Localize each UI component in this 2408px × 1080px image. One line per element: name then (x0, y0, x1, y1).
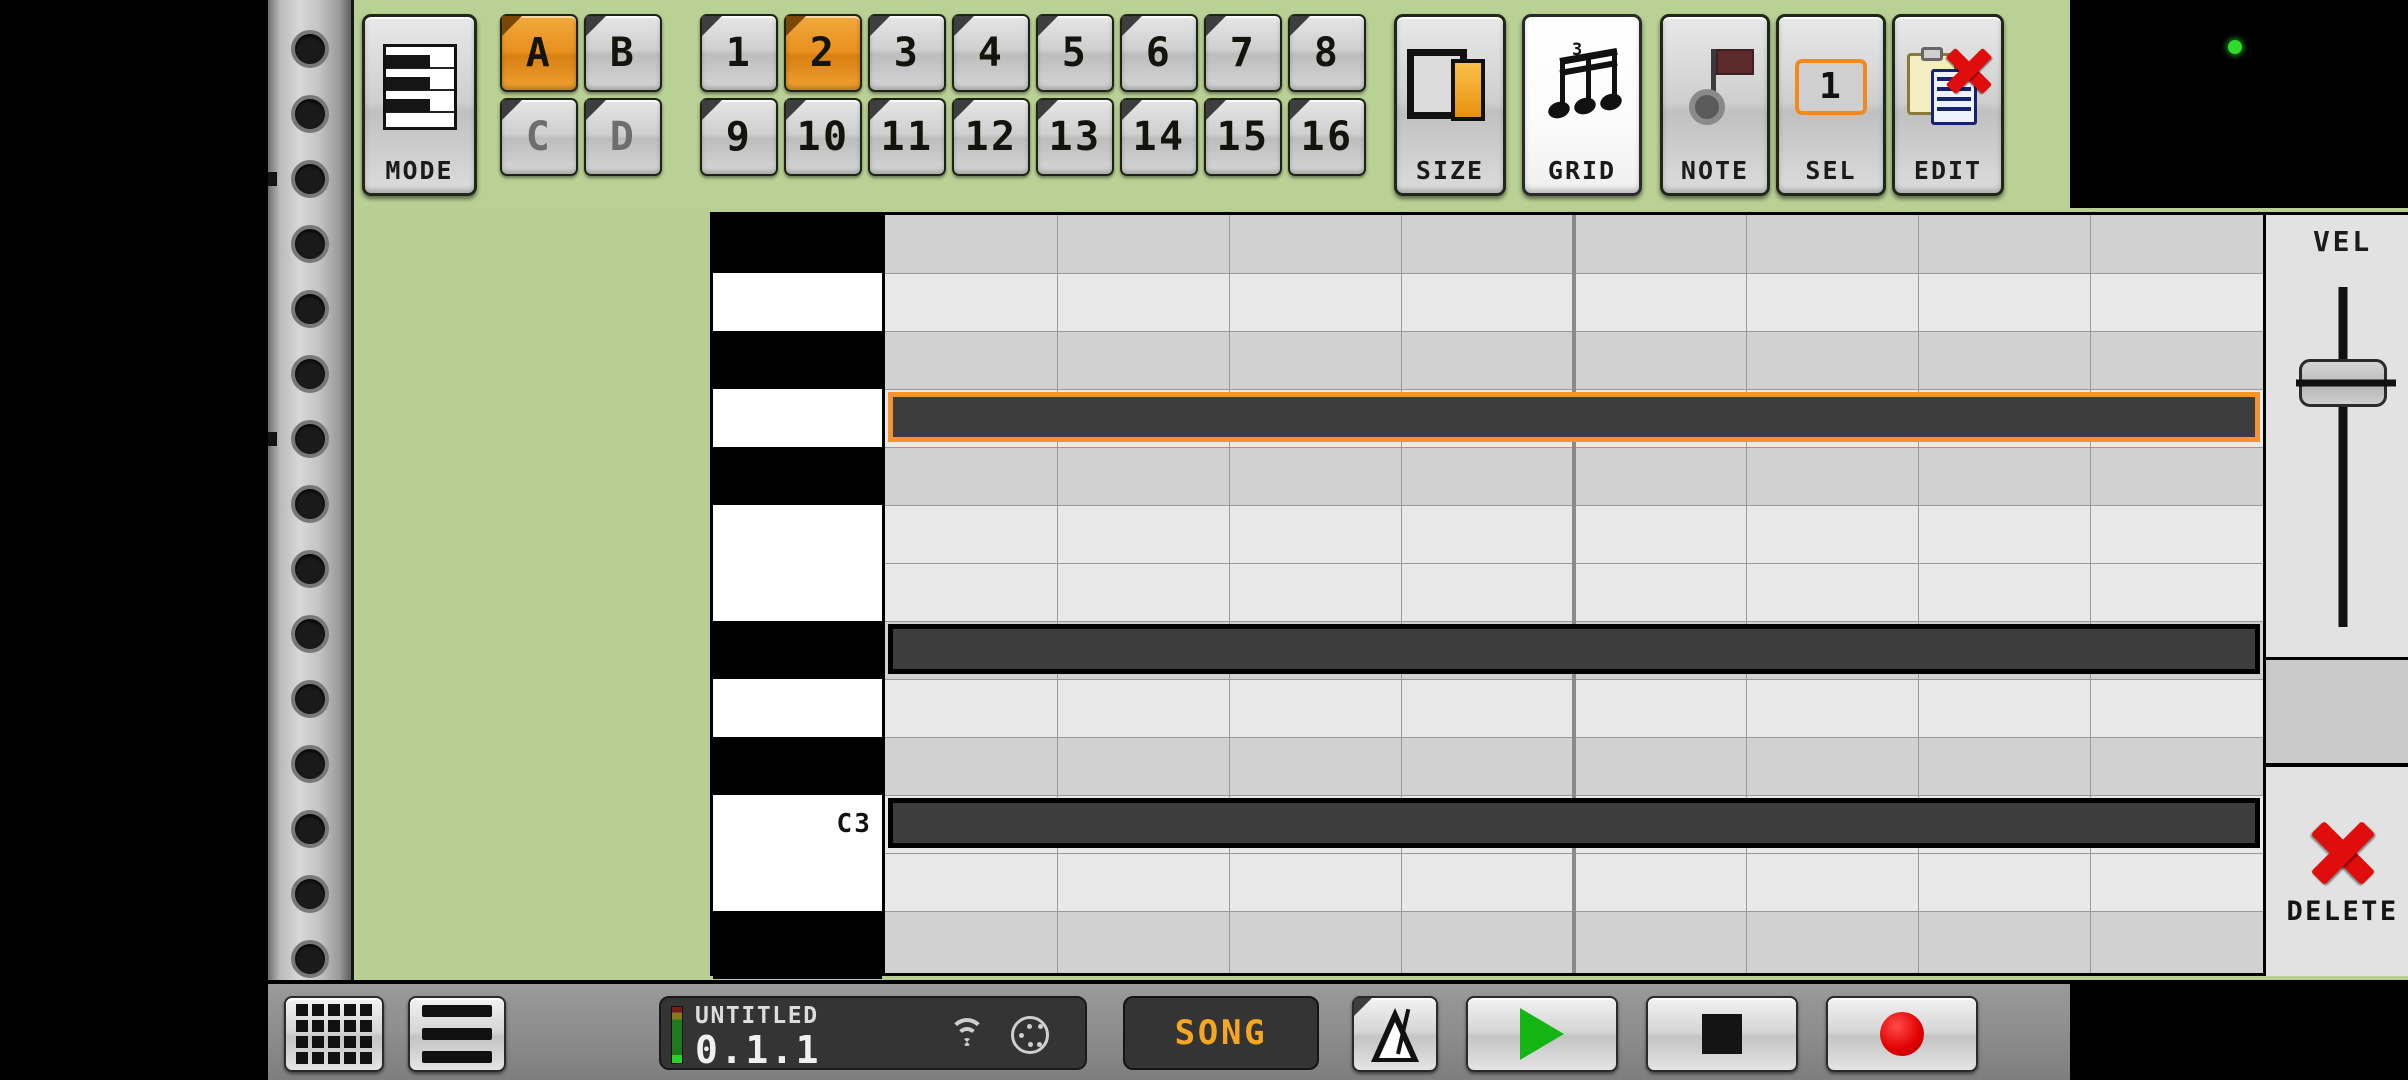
note-block[interactable] (888, 624, 2260, 674)
velocity-empty-area (2266, 657, 2408, 767)
size-label: Size (1415, 156, 1485, 185)
device-body: Mode A B C D 1 2 3 4 5 6 7 8 9 10 11 12 … (354, 0, 2408, 1080)
menu-button[interactable] (408, 996, 506, 1072)
note-grid[interactable] (885, 212, 2263, 976)
note-label: Note (1680, 156, 1750, 185)
piano-key[interactable] (713, 911, 882, 979)
piano-key[interactable] (713, 273, 882, 331)
piano-key[interactable] (713, 737, 882, 795)
pattern-button-13[interactable]: 13 (1036, 98, 1114, 176)
piano-key[interactable] (713, 679, 882, 737)
velocity-slider-track[interactable] (2338, 287, 2347, 627)
record-button[interactable] (1826, 996, 1978, 1072)
piano-key-label: C3 (836, 809, 872, 839)
song-label: Song (1174, 1013, 1268, 1053)
pattern-button-10[interactable]: 10 (784, 98, 862, 176)
velocity-slider-handle[interactable] (2298, 359, 2387, 407)
stop-icon (1702, 1014, 1742, 1054)
rack-rail (268, 0, 354, 1080)
bank-button-c[interactable]: C (500, 98, 578, 176)
piano-key[interactable] (713, 215, 882, 273)
vu-meter (671, 1006, 683, 1064)
sel-value: 1 (1819, 66, 1843, 107)
piano-key[interactable] (713, 331, 882, 389)
play-icon (1520, 1008, 1564, 1060)
mode-label: Mode (385, 156, 454, 185)
pattern-button-14[interactable]: 14 (1120, 98, 1198, 176)
red-x-icon (2310, 820, 2376, 886)
song-mode-button[interactable]: Song (1123, 996, 1319, 1070)
metronome-button[interactable] (1352, 996, 1438, 1072)
hamburger-menu-icon (422, 1005, 492, 1063)
pattern-button-1[interactable]: 1 (700, 14, 778, 92)
pattern-button-8[interactable]: 8 (1288, 14, 1366, 92)
sel-label: Sel (1805, 156, 1857, 185)
top-toolbar: Mode A B C D 1 2 3 4 5 6 7 8 9 10 11 12 … (354, 0, 2070, 208)
pattern-button-4[interactable]: 4 (952, 14, 1030, 92)
note-button[interactable]: Note (1660, 14, 1770, 196)
wifi-icon (947, 1018, 987, 1052)
delete-button[interactable]: Delete (2266, 771, 2408, 976)
delete-label: Delete (2286, 896, 2399, 927)
grid-label: Grid (1547, 156, 1617, 185)
piano-keys-icon (365, 17, 474, 156)
bank-button-a[interactable]: A (500, 14, 578, 92)
pad-grid-icon (296, 1004, 372, 1064)
velocity-label: Vel (2313, 225, 2372, 258)
pattern-button-11[interactable]: 11 (868, 98, 946, 176)
midi-din-icon (1011, 1016, 1049, 1054)
gear-flag-note-icon (1663, 17, 1767, 156)
pattern-button-12[interactable]: 12 (952, 98, 1030, 176)
pattern-button-6[interactable]: 6 (1120, 14, 1198, 92)
size-button[interactable]: Size (1394, 14, 1506, 196)
clipboard-delete-icon (1895, 17, 2001, 156)
velocity-panel: Vel Delete (2263, 212, 2408, 976)
piano-key[interactable] (713, 853, 882, 911)
pattern-button-9[interactable]: 9 (700, 98, 778, 176)
pattern-button-2[interactable]: 2 (784, 14, 862, 92)
note-block[interactable] (888, 798, 2260, 848)
piano-key-c3[interactable]: C3 (713, 795, 882, 853)
sel-button[interactable]: 1 Sel (1776, 14, 1886, 196)
piano-key[interactable] (713, 389, 882, 447)
transport-bar: Untitled 0.1.1 Song (268, 980, 2070, 1080)
record-icon (1880, 1012, 1924, 1056)
stop-button[interactable] (1646, 996, 1798, 1072)
bank-button-d[interactable]: D (584, 98, 662, 176)
grid-button[interactable]: 3 Grid (1522, 14, 1642, 196)
triplet-notes-icon: 3 (1525, 17, 1639, 156)
sel-value-box: 1 (1795, 58, 1867, 115)
bank-button-b[interactable]: B (584, 14, 662, 92)
piano-roll-editor: C3 VEL DELETE (708, 208, 2408, 980)
pattern-button-3[interactable]: 3 (868, 14, 946, 92)
edit-label: Edit (1913, 156, 1983, 185)
piano-key[interactable] (713, 563, 882, 621)
app-window: Mode A B C D 1 2 3 4 5 6 7 8 9 10 11 12 … (0, 0, 2408, 1080)
pattern-button-7[interactable]: 7 (1204, 14, 1282, 92)
piano-key[interactable] (713, 621, 882, 679)
project-display[interactable]: Untitled 0.1.1 (659, 996, 1087, 1072)
piano-keyboard[interactable]: C3 (710, 212, 885, 979)
playhead-position: 0.1.1 (695, 1028, 821, 1072)
pattern-button-15[interactable]: 15 (1204, 98, 1282, 176)
mode-button[interactable]: Mode (362, 14, 477, 196)
pads-button[interactable] (284, 996, 384, 1072)
piano-key[interactable] (713, 505, 882, 563)
note-block-selected[interactable] (888, 392, 2260, 442)
pattern-button-16[interactable]: 16 (1288, 98, 1366, 176)
project-title: Untitled (695, 1003, 819, 1029)
edit-button[interactable]: Edit (1892, 14, 2004, 196)
pattern-button-5[interactable]: 5 (1036, 14, 1114, 92)
metronome-icon (1370, 1006, 1420, 1062)
two-pages-icon (1397, 17, 1503, 156)
play-button[interactable] (1466, 996, 1618, 1072)
screen-record-indicator (2228, 40, 2242, 54)
piano-key[interactable] (713, 447, 882, 505)
